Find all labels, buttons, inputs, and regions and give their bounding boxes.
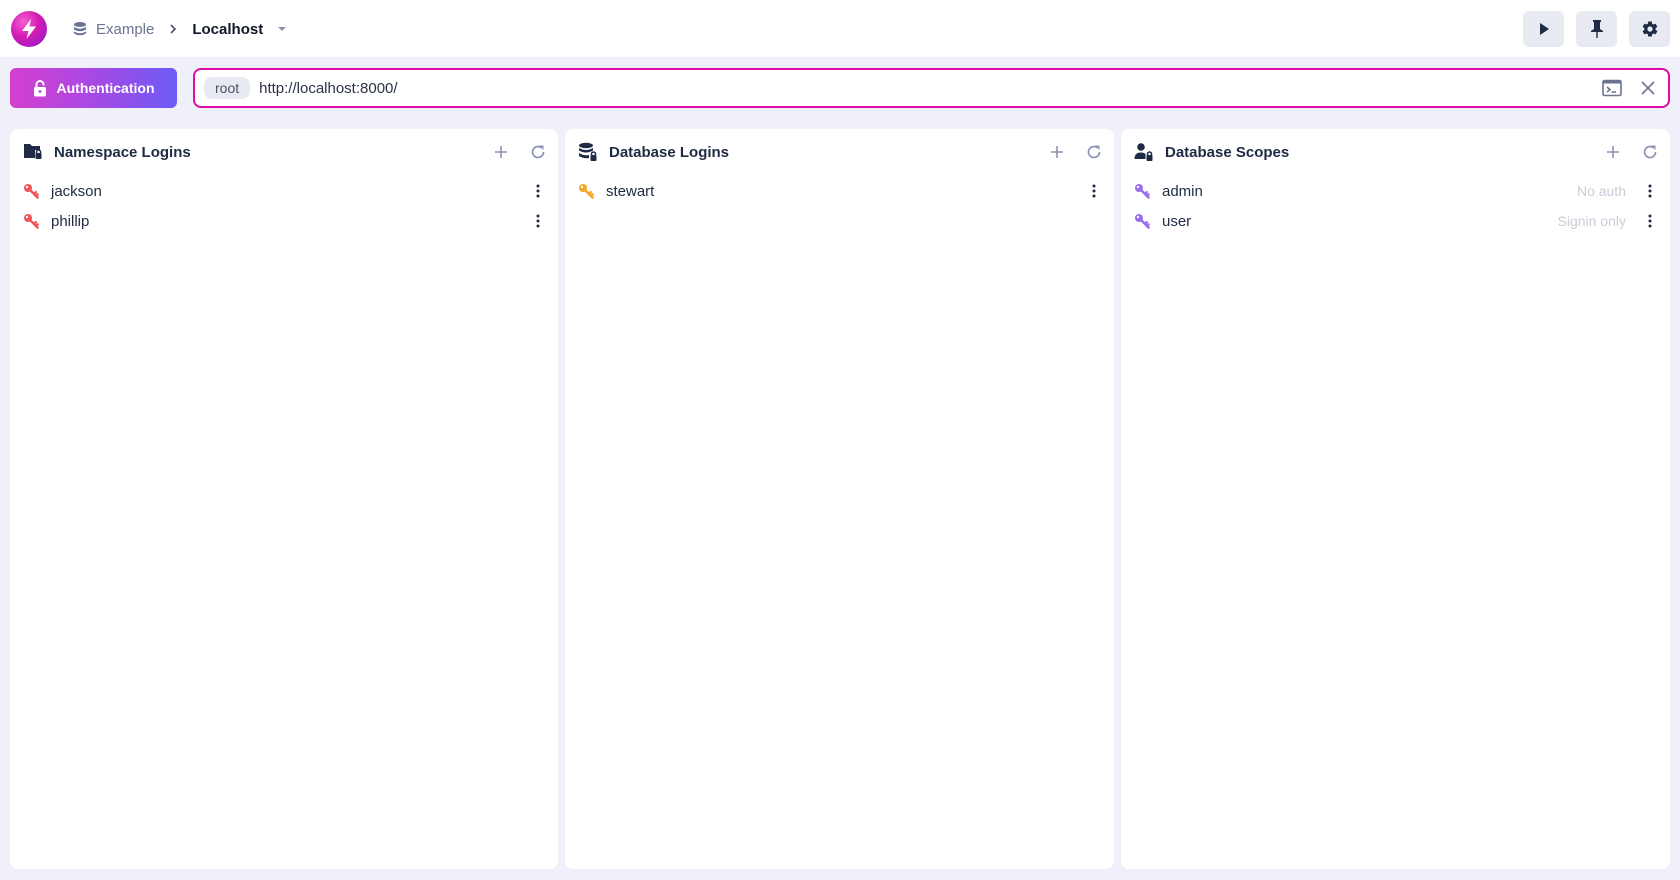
list-item[interactable]: admin No auth xyxy=(1121,176,1670,206)
breadcrumb-current[interactable]: Localhost xyxy=(192,21,263,38)
connection-bar: root xyxy=(193,68,1670,108)
namespace-logins-list: jackson phillip xyxy=(10,176,558,236)
key-icon xyxy=(1134,183,1150,199)
key-icon xyxy=(578,183,594,199)
key-icon xyxy=(1134,213,1150,229)
authentication-button[interactable]: Authentication xyxy=(10,68,177,108)
app-logo[interactable] xyxy=(11,11,47,47)
more-options-icon[interactable] xyxy=(1642,184,1658,198)
header-actions xyxy=(1523,11,1670,47)
database-scopes-panel: Database Scopes admin No auth user Signi… xyxy=(1121,129,1670,869)
list-item[interactable]: stewart xyxy=(565,176,1114,206)
user-badge[interactable]: root xyxy=(204,77,251,99)
plus-icon[interactable] xyxy=(1050,145,1064,159)
refresh-icon[interactable] xyxy=(1086,144,1102,160)
more-options-icon[interactable] xyxy=(530,184,546,198)
namespace-logins-panel: Namespace Logins jackson phillip xyxy=(10,129,558,869)
database-lock-icon xyxy=(578,142,598,162)
item-label: admin xyxy=(1162,182,1203,200)
caret-down-icon[interactable] xyxy=(277,24,287,35)
panel-title: Database Scopes xyxy=(1165,143,1290,161)
lightning-bolt-icon xyxy=(22,19,36,39)
database-logins-list: stewart xyxy=(565,176,1114,206)
close-icon[interactable] xyxy=(1640,80,1656,96)
plus-icon[interactable] xyxy=(1606,145,1620,159)
connection-actions xyxy=(1602,79,1656,97)
list-item[interactable]: jackson xyxy=(10,176,558,206)
more-options-icon[interactable] xyxy=(530,214,546,228)
list-item[interactable]: user Signin only xyxy=(1121,206,1670,236)
top-header: Example Localhost xyxy=(0,0,1680,57)
item-label: phillip xyxy=(51,212,90,230)
play-icon xyxy=(1539,23,1549,35)
terminal-icon[interactable] xyxy=(1602,79,1622,97)
auth-mode-note: Signin only xyxy=(1557,213,1627,229)
endpoint-url-input[interactable] xyxy=(259,79,1602,97)
key-icon xyxy=(23,213,39,229)
refresh-icon[interactable] xyxy=(1642,144,1658,160)
panel-title: Database Logins xyxy=(609,143,730,161)
item-label: jackson xyxy=(51,182,102,200)
breadcrumb: Example Localhost xyxy=(72,16,287,42)
breadcrumb-parent[interactable]: Example xyxy=(96,21,154,38)
panel-header: Database Scopes xyxy=(1121,129,1670,175)
list-item[interactable]: phillip xyxy=(10,206,558,236)
auth-mode-note: No auth xyxy=(1576,183,1626,199)
more-options-icon[interactable] xyxy=(1086,184,1102,198)
panel-actions xyxy=(1050,144,1102,160)
item-label: stewart xyxy=(606,182,655,200)
panel-title: Namespace Logins xyxy=(54,143,191,161)
lock-open-icon xyxy=(33,79,46,96)
panel-header: Namespace Logins xyxy=(10,129,558,175)
database-logins-panel: Database Logins stewart xyxy=(565,129,1114,869)
run-query-button[interactable] xyxy=(1523,11,1564,47)
panel-actions xyxy=(1606,144,1658,160)
database-scopes-list: admin No auth user Signin only xyxy=(1121,176,1670,236)
item-label: user xyxy=(1162,212,1192,230)
pin-button[interactable] xyxy=(1576,11,1617,47)
key-icon xyxy=(23,183,39,199)
authentication-label: Authentication xyxy=(56,80,155,96)
pin-icon xyxy=(1590,20,1603,38)
folder-lock-icon xyxy=(23,142,43,162)
plus-icon[interactable] xyxy=(494,145,508,159)
panel-actions xyxy=(494,144,546,160)
refresh-icon[interactable] xyxy=(530,144,546,160)
panel-header: Database Logins xyxy=(565,129,1114,175)
chevron-right-icon xyxy=(168,23,178,35)
gear-icon xyxy=(1642,21,1657,37)
settings-button[interactable] xyxy=(1629,11,1670,47)
database-icon xyxy=(72,21,88,37)
user-lock-icon xyxy=(1134,142,1154,162)
more-options-icon[interactable] xyxy=(1642,214,1658,228)
